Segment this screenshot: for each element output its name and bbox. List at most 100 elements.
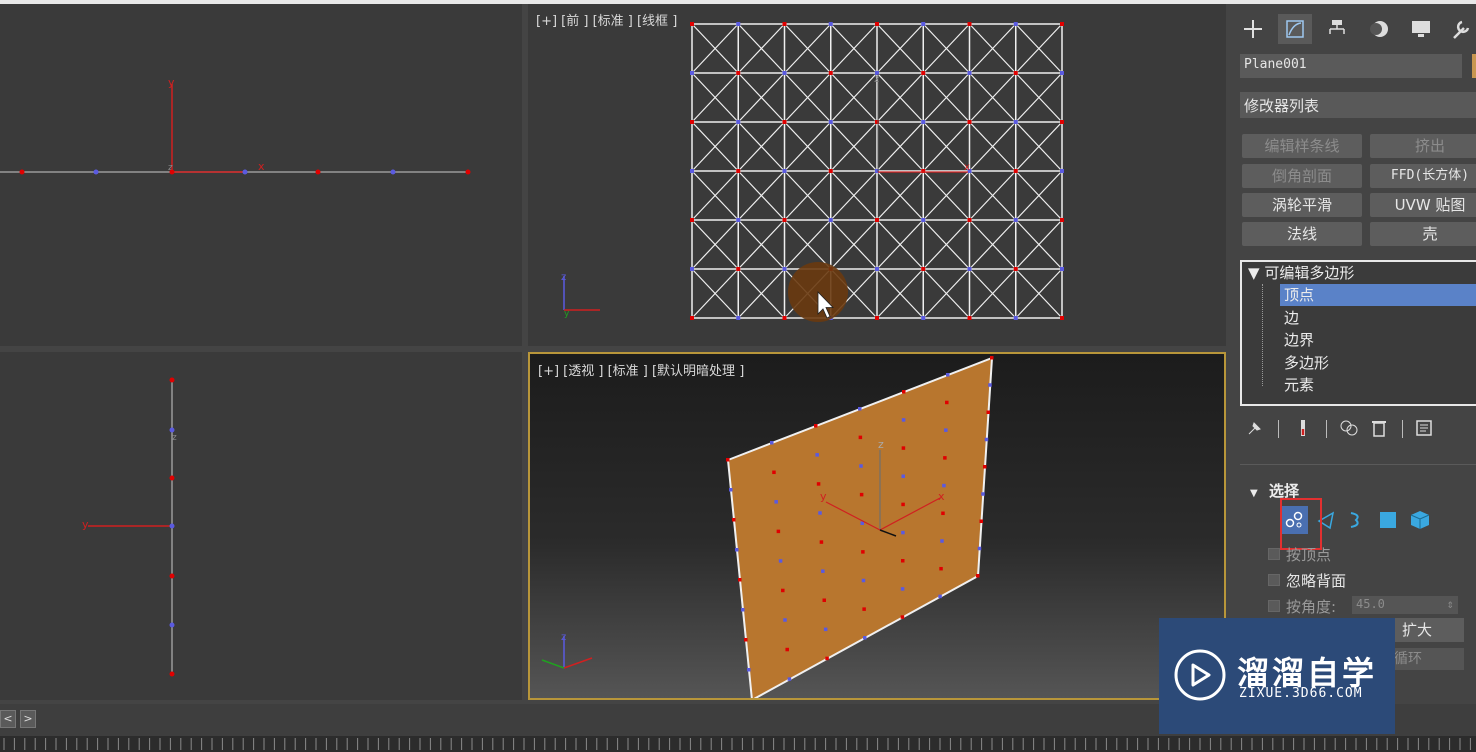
viewport-left[interactable]: y z — [0, 352, 522, 700]
vertex — [93, 169, 99, 175]
vertex — [169, 573, 175, 579]
show-end-result-icon[interactable] — [1292, 416, 1314, 440]
vertex — [782, 218, 787, 222]
make-unique-icon[interactable] — [1338, 416, 1360, 440]
by-angle-checkbox[interactable] — [1268, 600, 1280, 612]
stack-item-edge[interactable]: 边 — [1284, 307, 1299, 329]
modifier-button-turbosmooth[interactable]: 涡轮平滑 — [1242, 193, 1362, 217]
vertex — [990, 356, 994, 360]
modifier-button-shell[interactable]: 壳 — [1370, 222, 1476, 246]
vertex — [778, 559, 783, 563]
vertex — [901, 446, 906, 450]
vertex — [242, 169, 248, 175]
vertex — [942, 483, 946, 488]
vertex — [815, 453, 819, 457]
modifier-button-normal[interactable]: 法线 — [1242, 222, 1362, 246]
stack-item-border[interactable]: 边界 — [1284, 329, 1314, 351]
vertex — [823, 627, 828, 632]
axis-label-x: x — [258, 160, 265, 173]
stack-item-element[interactable]: 元素 — [1284, 374, 1314, 396]
modifier-button-ffd-box[interactable]: FFD(长方体) — [1370, 164, 1476, 188]
configure-sets-icon[interactable] — [1414, 416, 1436, 440]
vertex — [822, 598, 826, 602]
vertex — [979, 519, 983, 523]
vertex — [875, 22, 879, 26]
vertex — [169, 622, 175, 628]
vertex — [1013, 120, 1018, 124]
vertex — [859, 492, 864, 497]
timeline-ruler[interactable] — [0, 736, 1476, 752]
vertex — [774, 500, 778, 504]
vertex — [690, 22, 694, 26]
vertex — [859, 464, 863, 468]
vertex — [736, 218, 741, 222]
vertex — [921, 22, 926, 26]
remove-modifier-icon[interactable] — [1368, 416, 1390, 440]
utilities-icon[interactable] — [1444, 14, 1476, 44]
vertex — [939, 566, 943, 571]
top-view-canvas: y x z — [0, 76, 471, 175]
border-level-icon[interactable] — [1342, 506, 1370, 534]
viewport-front[interactable]: z x z y [+] [前 ] [标准 ] [线框 ] — [528, 4, 1226, 346]
vertex — [863, 636, 867, 640]
viewport-front-label[interactable]: [+] [前 ] [标准 ] [线框 ] — [536, 10, 677, 29]
hierarchy-icon[interactable] — [1320, 14, 1354, 44]
vertex — [747, 668, 751, 672]
stack-item-vertex[interactable]: 顶点 — [1280, 284, 1476, 306]
vertex — [1013, 218, 1018, 222]
vertex — [782, 267, 787, 271]
vertex — [984, 437, 989, 442]
modifier-button-edit-spline[interactable]: 编辑样条线 — [1242, 134, 1362, 158]
modifier-list-dropdown[interactable]: 修改器列表 — [1240, 92, 1476, 118]
vertex — [465, 169, 471, 175]
vertex — [390, 169, 396, 175]
vertex — [736, 22, 741, 26]
modifier-button-extrude[interactable]: 挤出 — [1370, 134, 1476, 158]
vertex — [828, 22, 833, 26]
stack-root[interactable]: ▼ 可编辑多边形 — [1248, 262, 1354, 284]
modifier-button-bevel-profile[interactable]: 倒角剖面 — [1242, 164, 1362, 188]
vertex — [821, 569, 825, 573]
timeline-prev-button[interactable]: < — [0, 710, 16, 728]
viewport-perspective-label[interactable]: [+] [透视 ] [标准 ] [默认明暗处理 ] — [538, 360, 744, 379]
svg-text:z: z — [561, 632, 566, 643]
by-vertex-checkbox[interactable] — [1268, 548, 1280, 560]
vertex — [977, 546, 982, 551]
pin-stack-icon[interactable] — [1244, 416, 1266, 440]
vertex — [858, 435, 863, 440]
vertex — [690, 218, 694, 222]
object-color-swatch[interactable] — [1472, 54, 1476, 78]
vertex — [690, 316, 694, 320]
vertex — [782, 22, 787, 26]
create-icon[interactable] — [1236, 14, 1270, 44]
element-level-icon[interactable] — [1406, 506, 1434, 534]
angle-spinner[interactable]: 45.0 ⇕ — [1352, 596, 1458, 614]
object-name-field[interactable]: Plane001 — [1240, 54, 1462, 78]
vertex — [901, 474, 905, 478]
vertex — [1013, 22, 1018, 26]
grow-button[interactable]: 扩大 — [1388, 618, 1464, 642]
modifier-button-uvw-map[interactable]: UVW 贴图 — [1370, 193, 1476, 217]
ignore-backfacing-checkbox[interactable] — [1268, 574, 1280, 586]
collapse-triangle-icon[interactable]: ▼ — [1248, 264, 1260, 282]
stack-item-polygon[interactable]: 多边形 — [1284, 352, 1329, 374]
polygon-level-icon[interactable] — [1374, 506, 1402, 534]
motion-icon[interactable] — [1362, 14, 1396, 44]
viewport-top[interactable]: y x z — [0, 4, 522, 346]
vertex — [690, 71, 694, 75]
vertex — [967, 71, 972, 75]
timeline-next-button[interactable]: > — [20, 710, 36, 728]
rollout-collapse-icon[interactable]: ▼ — [1250, 488, 1258, 499]
loop-button[interactable]: 循环 — [1388, 648, 1464, 670]
vertex — [945, 400, 949, 405]
vertex — [169, 427, 175, 433]
vertex — [1060, 169, 1064, 173]
vertex — [861, 550, 865, 554]
viewport-perspective[interactable]: z y x z [+] [透视 ] [标准 ] [默认明暗处理 ] — [528, 352, 1226, 700]
vertex — [782, 169, 787, 173]
vertex — [736, 267, 741, 271]
modify-icon[interactable] — [1278, 14, 1312, 44]
vertex — [901, 418, 906, 422]
display-icon[interactable] — [1404, 14, 1438, 44]
vertex — [967, 120, 972, 124]
